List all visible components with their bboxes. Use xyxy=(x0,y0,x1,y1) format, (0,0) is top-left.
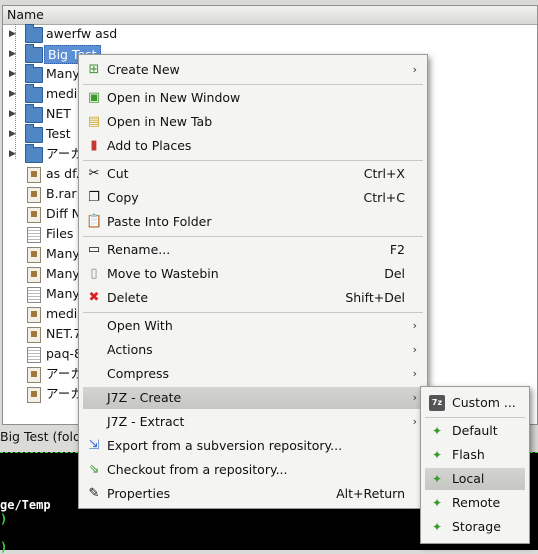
expand-arrow-icon[interactable]: ▶ xyxy=(9,84,17,104)
folder-icon xyxy=(25,64,43,83)
text-file-icon xyxy=(27,227,41,243)
create-new-icon: ⊞ xyxy=(88,62,100,77)
menu-item-compress[interactable]: Compress › xyxy=(83,363,423,385)
archive-icon xyxy=(27,187,41,203)
menu-item-rename[interactable]: ▭ Rename... F2 xyxy=(83,239,423,261)
column-header-name[interactable]: Name xyxy=(3,6,537,25)
menu-item-paste-into-folder[interactable]: 📋 Paste Into Folder xyxy=(83,211,423,233)
menu-item-svn-export[interactable]: ⇲ Export from a subversion repository... xyxy=(83,435,423,457)
archive-icon xyxy=(27,207,41,223)
chevron-right-icon: › xyxy=(412,63,417,76)
archive-icon xyxy=(27,267,41,283)
row-label: Many xyxy=(46,246,80,261)
menu-item-delete[interactable]: ✖ Delete Shift+Del xyxy=(83,287,423,309)
expand-arrow-icon[interactable]: ▶ xyxy=(9,24,17,44)
chevron-right-icon: › xyxy=(412,319,417,332)
archive-green-icon: ✦ xyxy=(431,448,443,462)
menu-item-create-new[interactable]: ⊞ Create New › xyxy=(83,59,423,81)
archive-icon xyxy=(27,307,41,323)
expand-arrow-icon[interactable]: ▶ xyxy=(9,44,17,64)
menu-item-j7z-extract[interactable]: J7Z - Extract › xyxy=(83,411,423,433)
row-label: Many. xyxy=(46,286,82,301)
archive-green-icon: ✦ xyxy=(431,424,443,438)
rename-icon: ▭ xyxy=(87,242,101,257)
row-label: B.rar xyxy=(46,186,77,201)
menu-item-open-new-tab[interactable]: ▤ Open in New Tab xyxy=(83,111,423,133)
row-label: Diff N xyxy=(46,206,82,221)
row-label: Many xyxy=(46,266,80,281)
archive-icon xyxy=(27,167,41,183)
wastebin-icon: ▯ xyxy=(90,266,98,281)
menu-item-cut[interactable]: ✂ Cut Ctrl+X xyxy=(83,163,423,185)
row-label: Files I xyxy=(46,226,82,241)
folder-icon xyxy=(25,24,43,43)
terminal-line: ) xyxy=(0,540,8,554)
menu-item-open-new-window[interactable]: ▣ Open in New Window xyxy=(83,87,423,109)
row-label: NET xyxy=(46,106,71,121)
archive-green-icon: ✦ xyxy=(431,496,443,510)
scissors-icon: ✂ xyxy=(88,166,100,181)
folder-icon xyxy=(25,124,43,143)
folder-row[interactable]: ▶ awerfw asd xyxy=(3,24,537,44)
row-label: Many xyxy=(46,66,80,81)
menu-item-add-to-places[interactable]: ▮ Add to Places xyxy=(83,135,423,157)
paste-icon: 📋 xyxy=(86,214,103,229)
menu-item-j7z-create[interactable]: J7Z - Create › xyxy=(83,387,423,409)
submenu-item-remote[interactable]: ✦ Remote xyxy=(425,492,525,514)
text-file-icon xyxy=(27,287,41,303)
expand-arrow-icon[interactable]: ▶ xyxy=(9,64,17,84)
row-label: paq-8 xyxy=(46,346,82,361)
row-label: awerfw asd xyxy=(46,26,118,41)
menu-item-actions[interactable]: Actions › xyxy=(83,339,423,361)
chevron-right-icon: › xyxy=(412,415,417,428)
expand-arrow-icon[interactable]: ▶ xyxy=(9,104,17,124)
menu-item-copy[interactable]: ❐ Copy Ctrl+C xyxy=(83,187,423,209)
add-places-icon: ▮ xyxy=(90,138,98,153)
context-menu[interactable]: ⊞ Create New › ▣ Open in New Window ▤ Op… xyxy=(78,54,428,509)
row-label: NET.7 xyxy=(46,326,82,341)
folder-icon xyxy=(25,144,43,163)
chevron-right-icon: › xyxy=(412,343,417,356)
folder-icon xyxy=(25,44,43,63)
archive-icon xyxy=(27,247,41,263)
row-label: as df. xyxy=(46,166,80,181)
delete-icon: ✖ xyxy=(88,290,100,305)
properties-icon: ✎ xyxy=(88,486,100,501)
chevron-right-icon: › xyxy=(412,391,417,404)
archive-icon xyxy=(27,367,41,383)
svn-export-icon: ⇲ xyxy=(88,438,100,453)
new-tab-icon: ▤ xyxy=(87,114,101,129)
j7z-create-submenu[interactable]: 7z Custom ... ✦ Default ✦ Flash ✦ Local … xyxy=(420,386,530,544)
package-icon xyxy=(27,347,41,363)
submenu-item-local[interactable]: ✦ Local xyxy=(425,468,525,490)
copy-icon: ❐ xyxy=(88,190,100,205)
7z-icon: 7z xyxy=(429,395,445,411)
submenu-item-custom[interactable]: 7z Custom ... xyxy=(425,392,525,414)
archive-icon xyxy=(27,387,41,403)
archive-icon xyxy=(27,327,41,343)
expand-arrow-icon[interactable]: ▶ xyxy=(9,144,17,164)
terminal-line: ) xyxy=(0,512,8,526)
archive-green-icon: ✦ xyxy=(431,472,443,486)
row-label: Test xyxy=(46,126,71,141)
terminal-line: ge/Temp xyxy=(0,498,51,512)
chevron-right-icon: › xyxy=(412,367,417,380)
archive-green-icon: ✦ xyxy=(431,520,443,534)
menu-item-open-with[interactable]: Open With › xyxy=(83,315,423,337)
expand-arrow-icon[interactable]: ▶ xyxy=(9,124,17,144)
folder-icon xyxy=(25,104,43,123)
menu-item-move-to-wastebin[interactable]: ▯ Move to Wastebin Del xyxy=(83,263,423,285)
folder-icon xyxy=(25,84,43,103)
menu-item-properties[interactable]: ✎ Properties Alt+Return xyxy=(83,483,423,505)
submenu-item-flash[interactable]: ✦ Flash xyxy=(425,444,525,466)
submenu-item-storage[interactable]: ✦ Storage xyxy=(425,516,525,538)
new-window-icon: ▣ xyxy=(87,90,101,105)
checkout-icon: ⇘ xyxy=(88,462,100,477)
menu-item-checkout[interactable]: ⇘ Checkout from a repository... xyxy=(83,459,423,481)
submenu-item-default[interactable]: ✦ Default xyxy=(425,420,525,442)
